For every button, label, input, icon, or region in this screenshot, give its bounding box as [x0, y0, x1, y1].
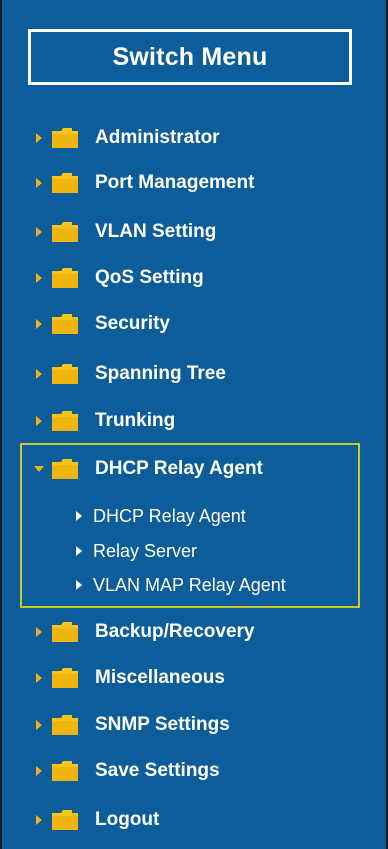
expand-arrow-icon — [34, 269, 43, 287]
folder-icon — [52, 668, 78, 688]
folder-icon — [52, 173, 78, 193]
menu-item-save-settings[interactable]: Save Settings — [34, 754, 220, 788]
menu-item-logout[interactable]: Logout — [34, 803, 159, 837]
expand-arrow-icon — [34, 315, 43, 333]
folder-icon — [52, 364, 78, 384]
expand-arrow-icon — [34, 223, 43, 241]
submenu-item-relay-server[interactable]: Relay Server — [76, 537, 197, 565]
menu-item-spanning-tree[interactable]: Spanning Tree — [34, 357, 226, 391]
menu-title-box: Switch Menu — [28, 29, 352, 85]
submenu-arrow-icon — [76, 580, 82, 590]
menu-item-snmp-settings[interactable]: SNMP Settings — [34, 708, 230, 742]
menu-item-administrator[interactable]: Administrator — [34, 121, 220, 155]
folder-icon — [52, 314, 78, 334]
expand-arrow-icon — [34, 716, 43, 734]
menu-item-port-management[interactable]: Port Management — [34, 166, 254, 200]
menu-title: Switch Menu — [112, 42, 268, 71]
expand-arrow-icon — [34, 623, 43, 641]
submenu-item-vlan-map-relay-agent[interactable]: VLAN MAP Relay Agent — [76, 571, 286, 599]
folder-icon — [52, 222, 78, 242]
expand-arrow-icon — [34, 811, 43, 829]
folder-icon — [52, 761, 78, 781]
submenu-arrow-icon — [76, 546, 82, 556]
menu-item-miscellaneous[interactable]: Miscellaneous — [34, 661, 225, 695]
folder-icon — [52, 128, 78, 148]
folder-icon — [52, 810, 78, 830]
submenu-arrow-icon — [76, 511, 82, 521]
menu-item-vlan-setting[interactable]: VLAN Setting — [34, 215, 216, 249]
expand-arrow-icon — [34, 412, 43, 430]
expand-arrow-icon — [34, 129, 43, 147]
menu-item-trunking[interactable]: Trunking — [34, 404, 175, 438]
expand-arrow-icon — [34, 365, 43, 383]
expand-arrow-icon — [34, 174, 43, 192]
folder-icon — [52, 268, 78, 288]
menu-item-backup-recovery[interactable]: Backup/Recovery — [34, 615, 254, 649]
submenu-item-dhcp-relay-agent[interactable]: DHCP Relay Agent — [76, 502, 246, 530]
expand-arrow-icon — [34, 669, 43, 687]
collapse-arrow-icon — [34, 460, 44, 478]
switch-menu-panel: Switch Menu Administrator Port Managemen… — [0, 0, 388, 849]
menu-item-security[interactable]: Security — [34, 307, 170, 341]
menu-item-qos-setting[interactable]: QoS Setting — [34, 261, 204, 295]
folder-icon — [52, 622, 78, 642]
folder-icon — [52, 411, 78, 431]
folder-icon — [52, 459, 78, 479]
expand-arrow-icon — [34, 762, 43, 780]
menu-item-dhcp-relay-agent[interactable]: DHCP Relay Agent — [34, 452, 263, 486]
folder-icon — [52, 715, 78, 735]
